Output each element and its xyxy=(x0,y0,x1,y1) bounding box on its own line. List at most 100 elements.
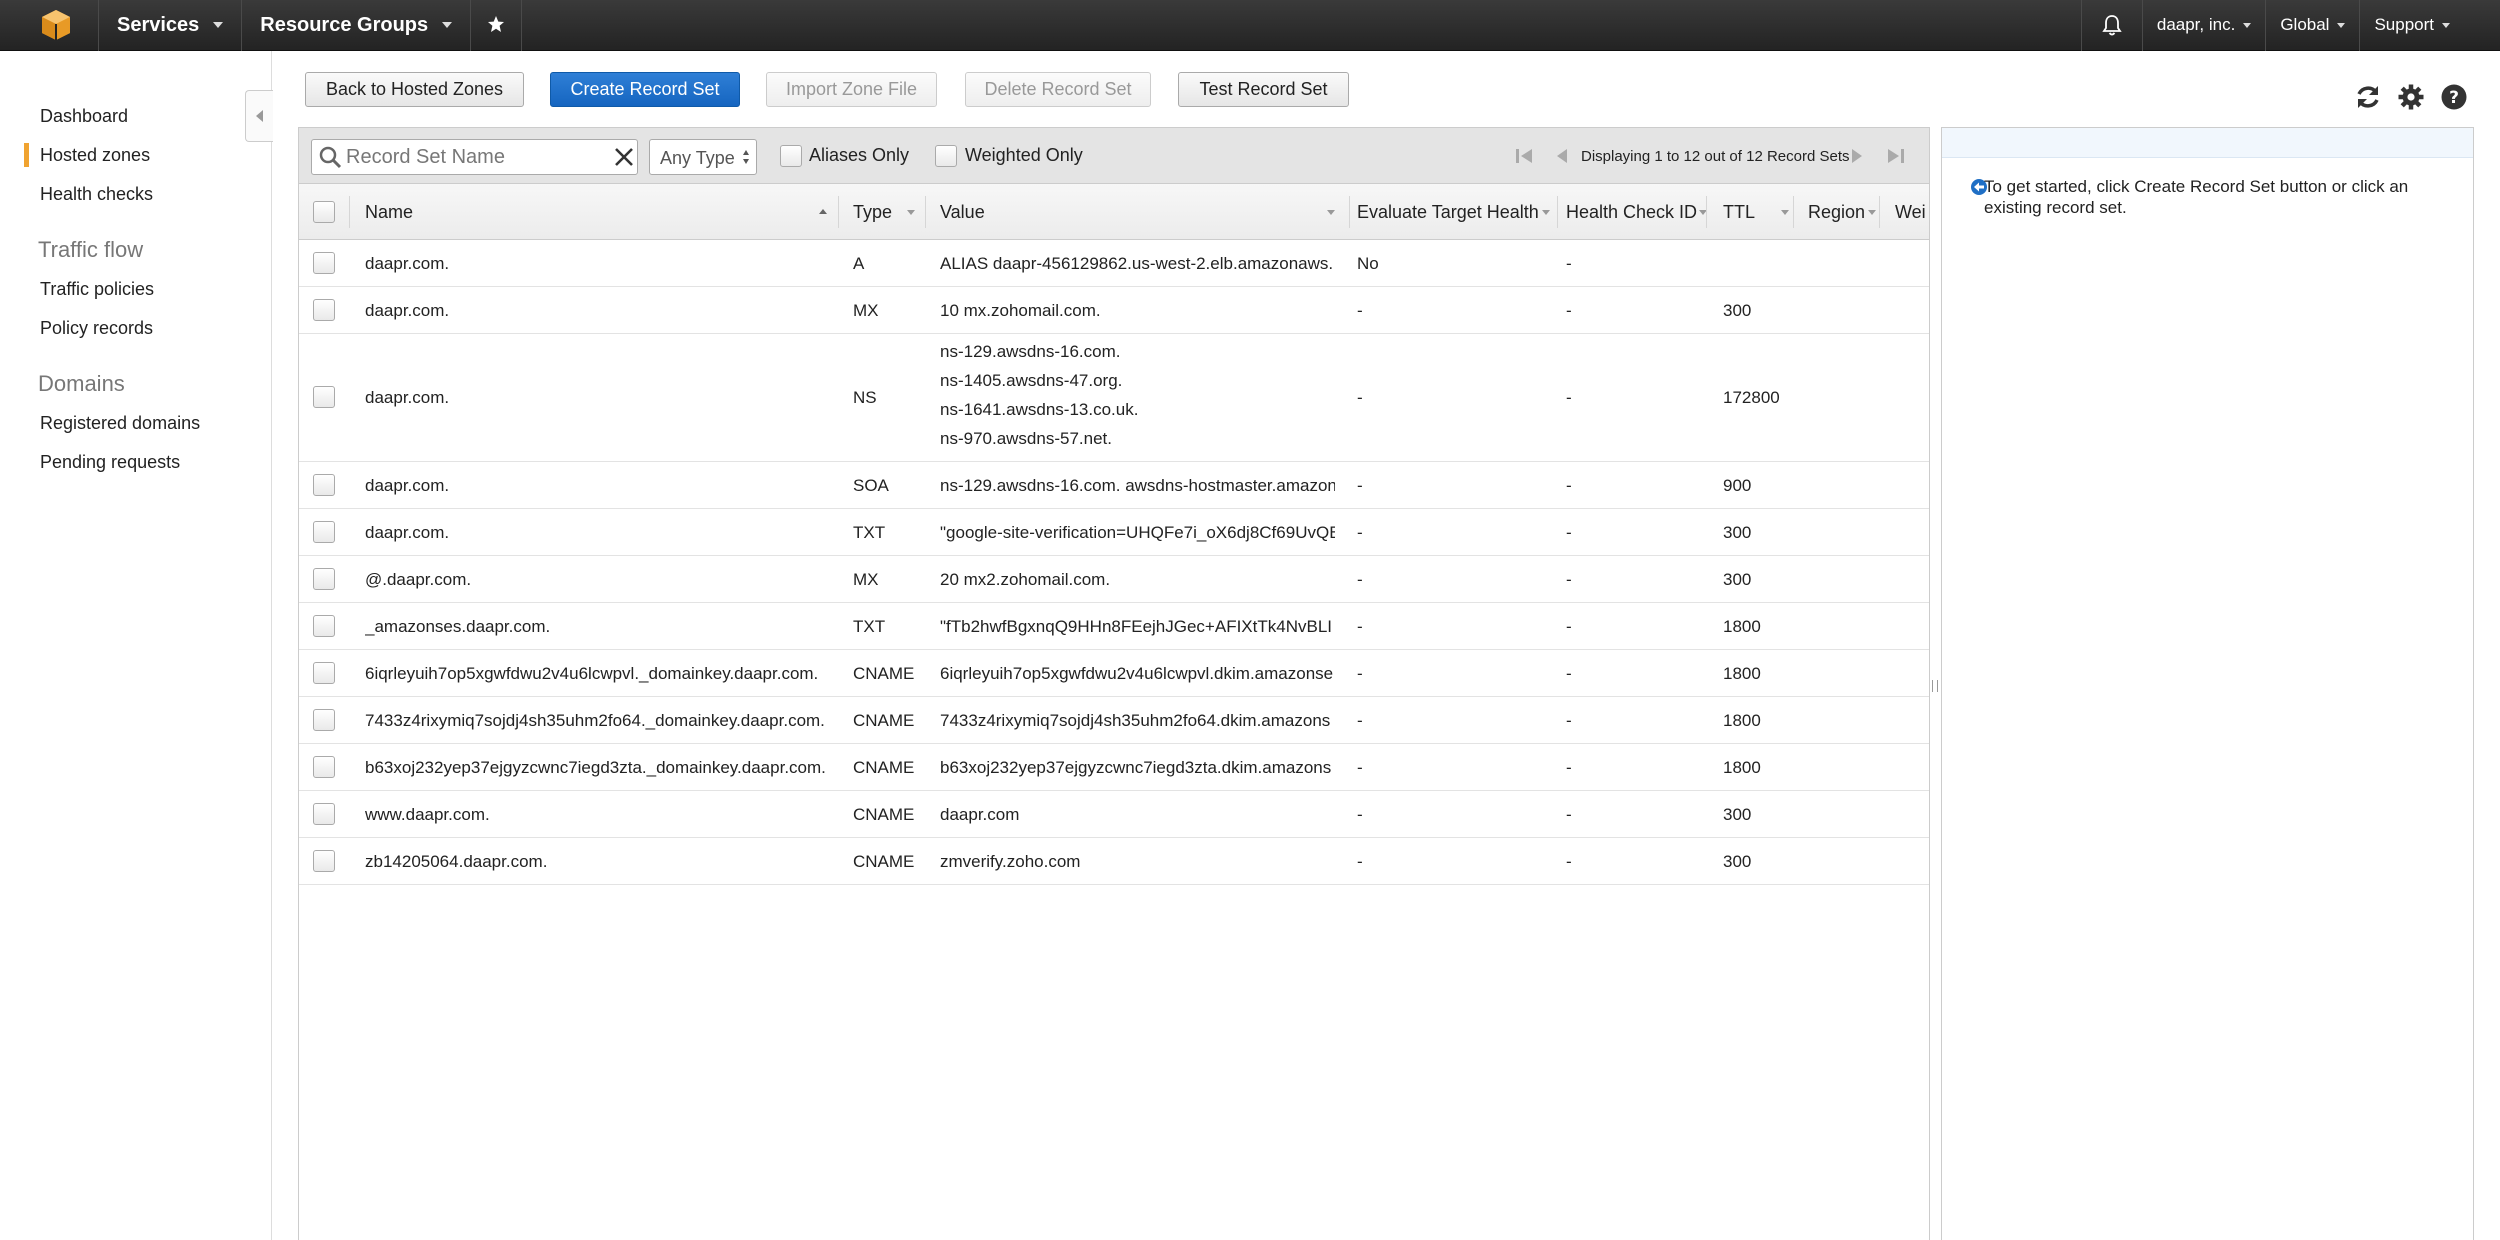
details-panel-header xyxy=(1942,128,2473,158)
column-header-evaluate-target-health[interactable]: Evaluate Target Health xyxy=(1357,184,1557,240)
cell-value: ns-970.awsdns-57.net. xyxy=(940,429,1112,448)
table-row[interactable]: 7433z4rixymiq7sojdj4sh35uhm2fo64._domain… xyxy=(299,697,1929,744)
cell-name: 7433z4rixymiq7sojdj4sh35uhm2fo64._domain… xyxy=(365,710,825,730)
cell-health-check-id: - xyxy=(1566,757,1572,777)
back-to-hosted-zones-button[interactable]: Back to Hosted Zones xyxy=(305,72,524,107)
table-row[interactable]: @.daapr.com. MX 20 mx2.zohomail.com. - - 300 xyxy=(299,556,1929,603)
chevron-right-icon xyxy=(1852,149,1862,163)
table-row[interactable]: daapr.com. A ALIAS daapr-456129862.us-west… xyxy=(299,240,1929,287)
row-checkbox[interactable] xyxy=(313,520,335,543)
create-record-set-button[interactable]: Create Record Set xyxy=(550,72,740,107)
sidebar-item-policy-records[interactable]: Policy records xyxy=(40,318,153,339)
table-row[interactable]: _amazonses.daapr.com. TXT "fTb2hwfBgxnqQ9H… xyxy=(299,603,1929,650)
services-menu[interactable]: Services xyxy=(99,0,241,51)
region-menu[interactable]: Global xyxy=(2266,0,2359,51)
sidebar-item-dashboard[interactable]: Dashboard xyxy=(40,106,128,127)
sidebar-item-hosted-zones[interactable]: Hosted zones xyxy=(23,143,150,167)
cell-value: ALIAS daapr-456129862.us-west-2.elb.amaz… xyxy=(940,253,1334,273)
column-header-name[interactable]: Name xyxy=(365,184,827,240)
cell-name: www.daapr.com. xyxy=(365,804,490,824)
aliases-only-checkbox[interactable] xyxy=(780,145,802,167)
last-page-button[interactable] xyxy=(1882,142,1908,170)
select-all-checkbox[interactable] xyxy=(313,201,335,223)
sidebar-item-registered-domains[interactable]: Registered domains xyxy=(40,413,200,434)
cell-health-check-id: - xyxy=(1566,475,1572,495)
column-header-type[interactable]: Type xyxy=(853,184,933,240)
row-checkbox[interactable] xyxy=(313,708,335,731)
column-header-weight[interactable]: Wei xyxy=(1895,184,1935,240)
row-checkbox[interactable] xyxy=(313,755,335,778)
table-row[interactable]: 6iqrleyuih7op5xgwfdwu2v4u6lcwpvl._domain… xyxy=(299,650,1929,697)
test-record-set-button[interactable]: Test Record Set xyxy=(1178,72,1349,107)
table-row[interactable]: daapr.com. NS ns-129.awsdns-16.com. ns-1405… xyxy=(299,334,1929,462)
pin-icon xyxy=(488,16,505,32)
column-header-value[interactable]: Value xyxy=(940,184,1340,240)
search-input[interactable] xyxy=(346,144,601,170)
cell-health-check-id: - xyxy=(1566,300,1572,320)
resource-groups-label: Resource Groups xyxy=(260,13,429,36)
row-checkbox[interactable] xyxy=(313,567,335,590)
cell-health-check-id: - xyxy=(1566,253,1572,273)
type-filter-select[interactable]: Any Type xyxy=(649,139,757,175)
row-checkbox[interactable] xyxy=(313,802,335,825)
cell-ttl: 1800 xyxy=(1723,757,1761,777)
row-checkbox[interactable] xyxy=(313,251,335,274)
sidebar-item-pending-requests[interactable]: Pending requests xyxy=(40,452,180,473)
pin-button[interactable] xyxy=(471,0,521,51)
row-checkbox[interactable] xyxy=(313,473,335,496)
refresh-icon xyxy=(2357,86,2379,108)
cell-evaluate-target-health: - xyxy=(1357,569,1363,589)
weighted-only-checkbox[interactable] xyxy=(935,145,957,167)
table-row[interactable]: daapr.com. SOA ns-129.awsdns-16.com. awsdn… xyxy=(299,462,1929,509)
cell-value: "fTb2hwfBgxnqQ9HHn8FEejhJGec+AFIXtTk4NvB… xyxy=(940,616,1333,636)
first-page-button[interactable] xyxy=(1512,142,1538,170)
cell-type: TXT xyxy=(853,616,886,636)
cell-value: b63xoj232yep37ejgyzcwnc7iegd3zta.dkim.am… xyxy=(940,757,1332,777)
table-row[interactable]: daapr.com. TXT "google-site-verification=U… xyxy=(299,509,1929,556)
column-header-ttl[interactable]: TTL xyxy=(1723,184,1803,240)
pagination-status: Displaying 1 to 12 out of 12 Record Sets xyxy=(1581,148,1850,165)
chevron-down-icon xyxy=(1868,210,1876,215)
column-divider xyxy=(1706,196,1707,228)
row-checkbox[interactable] xyxy=(313,661,335,684)
settings-button[interactable] xyxy=(2396,82,2426,112)
sidebar-item-traffic-policies[interactable]: Traffic policies xyxy=(40,279,154,300)
cell-health-check-id: - xyxy=(1566,663,1572,683)
prev-page-button[interactable] xyxy=(1549,142,1575,170)
aws-logo-icon[interactable] xyxy=(26,0,86,51)
column-header-region[interactable]: Region xyxy=(1808,184,1888,240)
resource-groups-menu[interactable]: Resource Groups xyxy=(242,0,470,51)
aliases-only-label: Aliases Only xyxy=(809,145,910,165)
row-checkbox[interactable] xyxy=(313,386,335,408)
refresh-button[interactable] xyxy=(2353,82,2383,112)
panel-resize-handle[interactable] xyxy=(1932,680,1938,692)
row-checkbox[interactable] xyxy=(313,614,335,637)
filter-bar: Any Type Aliases Only Weighted Only Disp… xyxy=(299,128,1929,184)
table-row[interactable]: b63xoj232yep37ejgyzcwnc7iegd3zta._domain… xyxy=(299,744,1929,791)
table-row[interactable]: daapr.com. MX 10 mx.zohomail.com. - - 300 xyxy=(299,287,1929,334)
import-zone-file-button[interactable]: Import Zone File xyxy=(766,72,937,107)
cell-type: NS xyxy=(853,388,877,407)
notifications-button[interactable] xyxy=(2082,0,2142,51)
clear-search-icon[interactable] xyxy=(614,147,634,167)
delete-record-set-button[interactable]: Delete Record Set xyxy=(965,72,1151,107)
cell-evaluate-target-health: - xyxy=(1357,757,1363,777)
record-set-details-panel: To get started, click Create Record Set … xyxy=(1941,127,2474,1240)
row-checkbox[interactable] xyxy=(313,298,335,321)
cell-value: zmverify.zoho.com xyxy=(940,851,1081,871)
next-page-button[interactable] xyxy=(1844,142,1870,170)
cell-type: MX xyxy=(853,300,879,320)
column-header-region-label: Region xyxy=(1808,202,1866,222)
help-button[interactable]: ? xyxy=(2439,82,2469,112)
weighted-only-label: Weighted Only xyxy=(965,145,1083,165)
table-row[interactable]: www.daapr.com. CNAME daapr.com - - 300 xyxy=(299,791,1929,838)
column-header-ttl-label: TTL xyxy=(1723,202,1756,222)
sidebar-item-health-checks[interactable]: Health checks xyxy=(40,184,153,205)
table-row[interactable]: zb14205064.daapr.com. CNAME zmverify.zoho.… xyxy=(299,838,1929,885)
collapse-sidebar-button[interactable] xyxy=(245,90,273,142)
support-menu[interactable]: Support xyxy=(2360,0,2500,51)
cell-name: _amazonses.daapr.com. xyxy=(365,616,551,636)
row-checkbox[interactable] xyxy=(313,849,335,872)
column-header-health-check-id[interactable]: Health Check ID xyxy=(1566,184,1716,240)
account-menu[interactable]: daapr, inc. xyxy=(2143,0,2265,51)
